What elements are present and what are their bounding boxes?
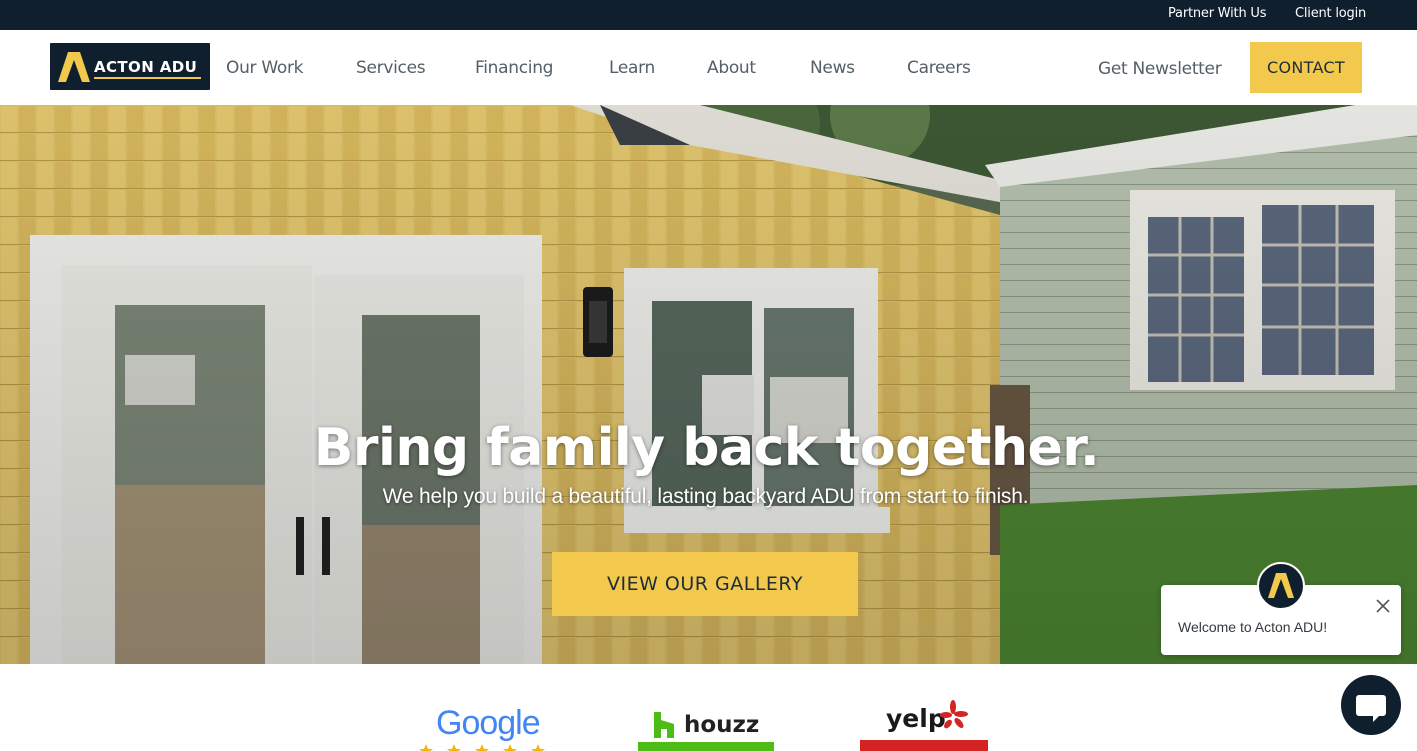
yelp-burst-icon [940, 700, 968, 729]
chat-bubble-icon [1356, 695, 1386, 722]
chat-launcher-button[interactable] [1341, 675, 1401, 735]
google-wordmark: Google [436, 704, 541, 742]
yelp-stars-icon [860, 740, 988, 751]
hero-title: Bring family back together. [313, 418, 1100, 478]
hero-section: Bring family back together. We help you … [0, 105, 1417, 664]
hero-subtitle: We help you build a beautiful, lasting b… [382, 485, 1029, 508]
logo-a-mark-icon [1268, 573, 1294, 598]
houzz-stars-icon [638, 742, 774, 751]
yelp-review-badge[interactable]: yelp [860, 700, 988, 751]
google-logo: Google [436, 704, 541, 742]
contact-button[interactable]: CONTACT [1250, 42, 1362, 93]
nav-learn[interactable]: Learn [609, 58, 655, 78]
google-stars-icon [420, 744, 545, 751]
acton-adu-logo[interactable]: ACTON ADU [50, 43, 210, 90]
nav-financing[interactable]: Financing [475, 58, 553, 78]
review-badges-section: Google houzz yelp [0, 664, 1417, 751]
yelp-wordmark: yelp [886, 704, 946, 733]
close-icon[interactable] [1374, 597, 1392, 615]
get-newsletter-link[interactable]: Get Newsletter [1098, 59, 1222, 79]
logo-a-mark-icon [58, 52, 90, 82]
logo-text: ACTON ADU [94, 58, 198, 76]
view-gallery-button[interactable]: VIEW OUR GALLERY [552, 552, 858, 616]
houzz-h-icon [654, 712, 674, 738]
google-review-badge[interactable]: Google [420, 704, 545, 751]
client-login-link[interactable]: Client login [1295, 6, 1366, 21]
chat-welcome-text: Welcome to Acton ADU! [1178, 619, 1328, 635]
partner-with-us-link[interactable]: Partner With Us [1168, 6, 1267, 21]
logo-underline [94, 77, 201, 79]
nav-about[interactable]: About [707, 58, 756, 78]
nav-careers[interactable]: Careers [907, 58, 971, 78]
top-utility-bar: Partner With Us Client login [0, 0, 1417, 30]
nav-news[interactable]: News [810, 58, 855, 78]
nav-services[interactable]: Services [356, 58, 426, 78]
chat-agent-avatar [1257, 562, 1305, 610]
nav-our-work[interactable]: Our Work [226, 58, 304, 78]
main-navigation: ACTON ADU Our Work Services Financing Le… [0, 30, 1417, 105]
houzz-wordmark: houzz [684, 712, 760, 738]
